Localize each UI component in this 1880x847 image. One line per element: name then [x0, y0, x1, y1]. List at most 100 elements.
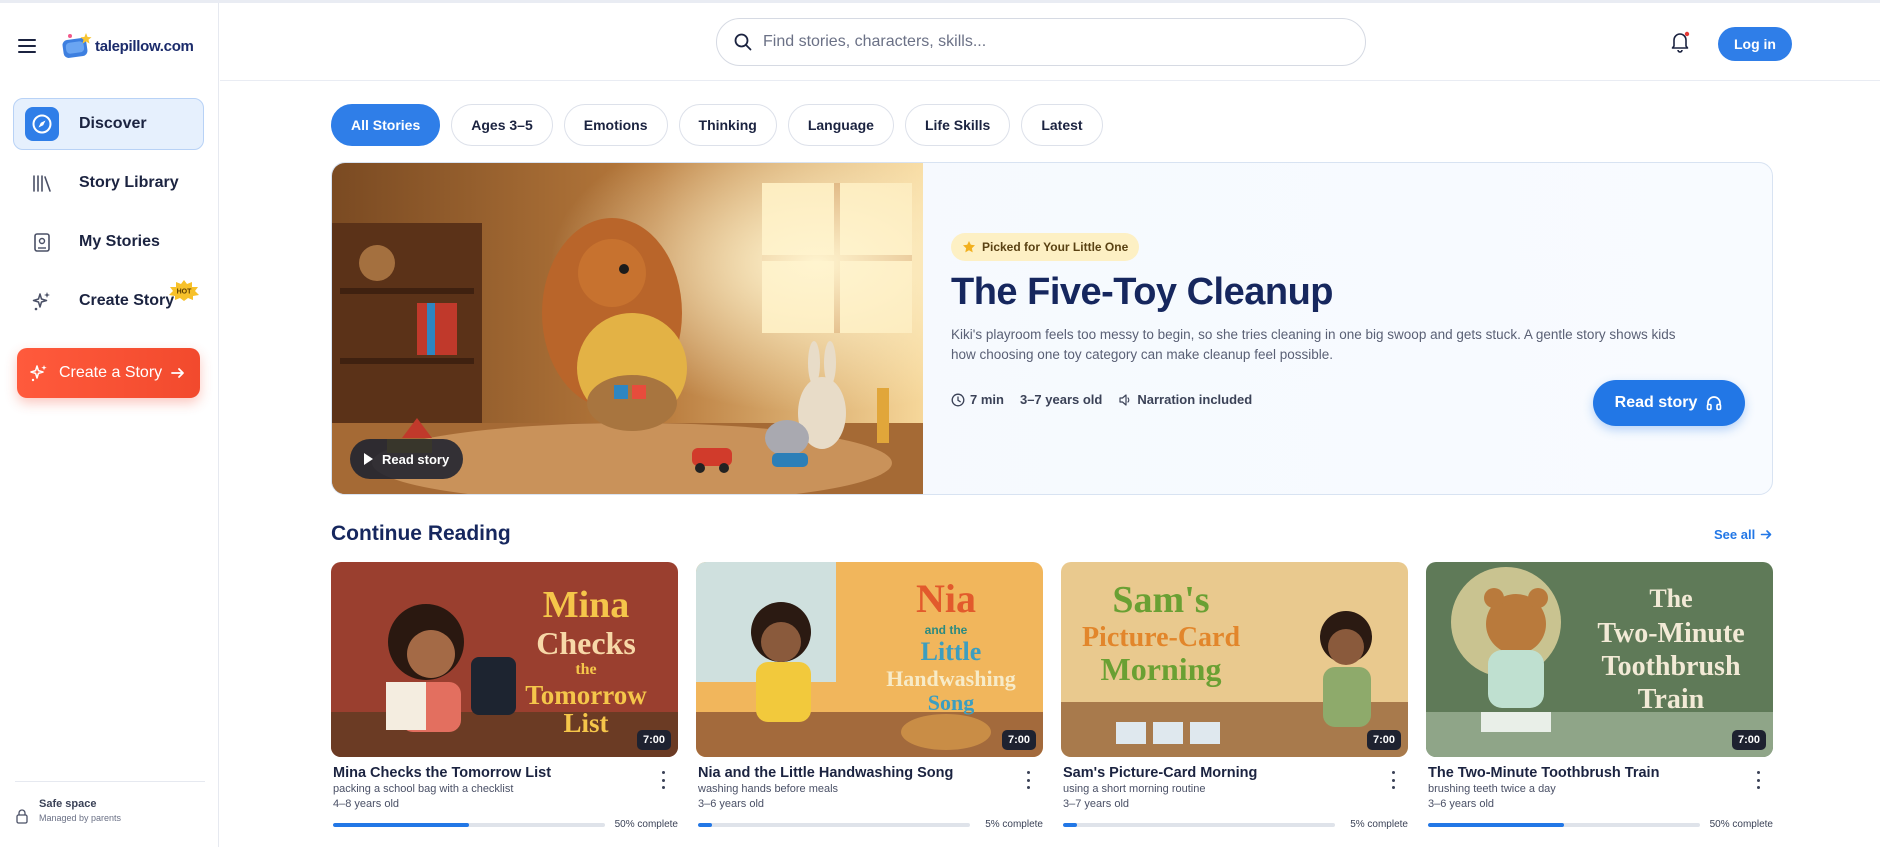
chip-latest[interactable]: Latest	[1021, 104, 1103, 146]
brand: talepillow.com	[14, 31, 194, 61]
menu-icon[interactable]	[14, 36, 40, 56]
featured-story-description: Kiki's playroom feels too messy to begin…	[951, 327, 1676, 362]
sidebar-item-create-story[interactable]: Create Story HOT	[13, 275, 204, 327]
progress-bar	[1063, 822, 1335, 827]
lock-icon	[16, 809, 28, 824]
progress-bar	[698, 822, 970, 827]
chip-ages-3-5[interactable]: Ages 3–5	[451, 104, 553, 146]
safe-space: Safe space Managed by parents	[15, 781, 205, 824]
logo[interactable]: talepillow.com	[60, 31, 194, 61]
picked-badge: Picked for Your Little One	[951, 233, 1140, 261]
story-card-cover[interactable]: The Two-Minute Toothbrush Train 7:00	[1426, 562, 1773, 757]
more-options-icon[interactable]	[1390, 771, 1396, 789]
bell-icon[interactable]	[1667, 29, 1693, 55]
narration-meta: Narration included	[1118, 392, 1252, 407]
read-story-button[interactable]: Read story	[1593, 380, 1745, 426]
progress-fill	[698, 822, 712, 827]
continue-reading-title: Continue Reading	[331, 522, 511, 545]
chip-emotions[interactable]: Emotions	[563, 104, 668, 146]
svg-text:Checks: Checks	[536, 625, 636, 661]
progress-bar	[333, 822, 605, 827]
progress-label: 50% complete	[614, 819, 678, 830]
search-input[interactable]	[763, 33, 1323, 51]
svg-text:The: The	[1649, 584, 1692, 613]
progress-row: 50% complete	[1428, 819, 1773, 830]
featured-story: Read story Picked for Your Little One Th…	[331, 162, 1773, 495]
create-a-story-label: Create a Story	[59, 364, 163, 381]
more-options-icon[interactable]	[1755, 771, 1761, 789]
narration-text: Narration included	[1137, 392, 1253, 407]
image-read-story-button[interactable]: Read story	[350, 439, 464, 479]
duration-meta: 7 min	[951, 392, 1004, 407]
featured-story-image[interactable]: Read story	[332, 163, 923, 494]
svg-text:Picture-Card: Picture-Card	[1082, 622, 1241, 653]
story-card-cover[interactable]: Sam's Picture-Card Morning 7:00	[1061, 562, 1408, 757]
story-card-title[interactable]: Mina Checks the Tomorrow List	[333, 765, 678, 781]
logo-text: talepillow.com	[95, 37, 194, 55]
search-bar[interactable]	[716, 18, 1366, 66]
svg-text:Little: Little	[921, 637, 982, 666]
chip-all-stories[interactable]: All Stories	[331, 104, 441, 146]
more-options-icon[interactable]	[660, 771, 666, 789]
book-icon	[25, 225, 59, 259]
clock-icon	[951, 393, 965, 406]
sidebar: talepillow.com Discover Story Library My…	[0, 3, 219, 847]
sidebar-item-discover[interactable]: Discover	[13, 98, 204, 150]
progress-fill	[333, 822, 469, 827]
story-card-title[interactable]: Sam's Picture-Card Morning	[1063, 765, 1408, 781]
duration-text: 7 min	[970, 392, 1004, 407]
story-card: Sam's Picture-Card Morning 7:00 Sam's Pi…	[1061, 562, 1408, 830]
story-card-title[interactable]: Nia and the Little Handwashing Song	[698, 765, 1043, 781]
story-card-age: 3–6 years old	[698, 798, 765, 810]
progress-bar	[1428, 822, 1700, 827]
svg-text:Tomorrow: Tomorrow	[525, 680, 647, 710]
chip-language[interactable]: Language	[787, 104, 894, 146]
story-card-title[interactable]: The Two-Minute Toothbrush Train	[1428, 765, 1773, 781]
progress-fill	[1063, 822, 1077, 827]
svg-text:Toothbrush: Toothbrush	[1601, 651, 1740, 682]
more-options-icon[interactable]	[1025, 771, 1031, 789]
play-icon	[364, 453, 373, 465]
sidebar-item-story-library[interactable]: Story Library	[13, 157, 204, 209]
duration-badge: 7:00	[1366, 730, 1401, 750]
svg-text:Sam's: Sam's	[1112, 579, 1209, 621]
story-card-skill: packing a school bag with a checklist	[333, 783, 514, 795]
sparkle-icon	[30, 365, 47, 382]
login-button[interactable]: Log in	[1718, 27, 1792, 61]
star-icon	[963, 241, 975, 253]
story-card-age: 3–6 years old	[1428, 798, 1495, 810]
sidebar-item-label: Create Story	[79, 292, 175, 309]
headphones-icon	[1707, 396, 1722, 411]
sidebar-nav: Discover Story Library My Stories Create…	[13, 98, 204, 334]
svg-text:Nia: Nia	[916, 576, 976, 621]
sidebar-item-my-stories[interactable]: My Stories	[13, 216, 204, 268]
progress-row: 5% complete	[1063, 819, 1408, 830]
duration-badge: 7:00	[1731, 730, 1766, 750]
speaker-icon	[1119, 393, 1130, 406]
sidebar-item-label: Story Library	[79, 174, 179, 191]
story-card-age: 3–7 years old	[1063, 798, 1130, 810]
arrow-right-icon	[1760, 530, 1772, 539]
progress-label: 5% complete	[1350, 819, 1408, 830]
create-a-story-button[interactable]: Create a Story	[17, 348, 200, 398]
see-all-link[interactable]: See all	[1714, 527, 1773, 542]
story-card-skill: using a short morning routine	[1063, 783, 1206, 795]
chip-thinking[interactable]: Thinking	[678, 104, 777, 146]
duration-badge: 7:00	[636, 730, 671, 750]
read-story-label: Read story	[1614, 394, 1698, 411]
age-meta: 3–7 years old	[1019, 392, 1103, 407]
story-card-age: 4–8 years old	[333, 798, 400, 810]
svg-text:Two-Minute: Two-Minute	[1597, 618, 1744, 649]
story-card-cover[interactable]: Mina Checks the Tomorrow List 7:00	[331, 562, 678, 757]
progress-row: 50% complete	[333, 819, 678, 830]
chip-life-skills[interactable]: Life Skills	[904, 104, 1011, 146]
featured-story-meta: 7 min 3–7 years old Narration included	[951, 392, 1268, 407]
story-card-cover[interactable]: Nia and the Little Handwashing Song 7:00	[696, 562, 1043, 757]
safe-space-title: Safe space	[39, 798, 97, 810]
story-card-skill: brushing teeth twice a day	[1428, 783, 1556, 795]
story-card: Nia and the Little Handwashing Song 7:00…	[696, 562, 1043, 830]
duration-badge: 7:00	[1001, 730, 1036, 750]
progress-label: 50% complete	[1709, 819, 1773, 830]
progress-label: 5% complete	[985, 819, 1043, 830]
svg-text:Mina: Mina	[543, 584, 630, 626]
